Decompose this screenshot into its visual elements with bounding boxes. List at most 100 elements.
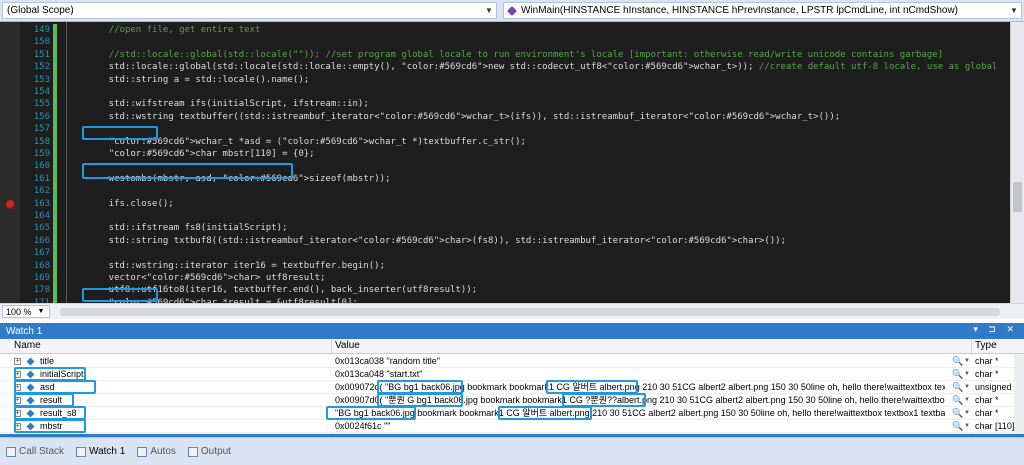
code-line[interactable]: 164 — [0, 210, 1010, 223]
code-line[interactable]: 150 — [0, 36, 1010, 50]
variable-icon — [26, 357, 35, 366]
code-text[interactable]: vector<"color:#569cd6">char> utf8result; — [87, 272, 326, 285]
watch-value[interactable]: 0x0024f61c "" — [335, 420, 945, 433]
code-line[interactable]: 163 ifs.close(); — [0, 197, 1010, 211]
code-line[interactable]: 160 — [0, 160, 1010, 174]
tab-call-stack[interactable]: Call Stack — [6, 446, 64, 457]
scrollbar-thumb[interactable] — [1013, 182, 1022, 212]
watch-value[interactable]: 0x00907d0( "뿐퀀 G bg1 back06.jpg bookmark… — [335, 394, 945, 407]
zoom-dropdown[interactable]: 100 % ▼ — [2, 305, 50, 318]
code-text[interactable]: std::wstring::iterator iter16 = textbuff… — [87, 260, 385, 273]
code-line[interactable]: 151 //std::locale::global(std::locale(""… — [0, 48, 1010, 62]
code-line[interactable]: 152 std::locale::global(std::locale(std:… — [0, 61, 1010, 75]
column-header-type[interactable]: Type — [975, 340, 997, 351]
window-buttons[interactable]: ▾ ⊐ ✕ — [973, 324, 1018, 335]
chevron-down-icon[interactable]: ▼ — [964, 394, 970, 407]
chevron-down-icon[interactable]: ▼ — [38, 308, 45, 315]
magnifier-icon[interactable]: 🔍 — [952, 407, 963, 420]
expand-icon[interactable]: + — [14, 423, 21, 430]
chevron-down-icon[interactable]: ▼ — [482, 3, 496, 18]
watch-row[interactable]: + asd 0x009072d( "BG bg1 back06.jpg bookma… — [0, 381, 1024, 394]
code-text[interactable]: std::locale::global(std::locale(std::loc… — [87, 61, 998, 74]
chevron-down-icon[interactable]: ▼ — [964, 355, 970, 368]
watch-row[interactable]: + mbstr 0x0024f61c "" 🔍 ▼ char [110] — [0, 420, 1024, 433]
watch-row[interactable]: + title 0x013ca038 "random title" 🔍 ▼ char * — [0, 355, 1024, 368]
code-line[interactable]: 162 — [0, 185, 1010, 199]
code-line[interactable]: 167 — [0, 247, 1010, 261]
chevron-down-icon[interactable]: ▼ — [1007, 3, 1021, 18]
code-editor[interactable]: 149 //open file, get entire text 150 151 /… — [0, 22, 1024, 303]
function-dropdown[interactable]: WinMain(HINSTANCE hInstance, HINSTANCE h… — [503, 2, 1022, 19]
code-text[interactable]: //open file, get entire text — [87, 24, 261, 37]
expand-icon[interactable]: + — [14, 410, 21, 417]
watch-row[interactable]: + initialScript 0x013ca048 "start.txt" 🔍 ▼ ch… — [0, 368, 1024, 381]
code-line[interactable]: 154 — [0, 86, 1010, 99]
code-text[interactable]: //std::locale::global(std::locale("")); … — [87, 49, 943, 62]
code-line[interactable]: 159 "color:#569cd6">char mbstr[110] = {0… — [0, 148, 1010, 161]
watch-value[interactable]: 0x013ca048 "start.txt" — [335, 368, 945, 381]
code-text[interactable]: std::ifstream fs8(initialScript); — [87, 222, 288, 235]
code-text[interactable]: std::wstring textbuffer((std::istreambuf… — [87, 111, 841, 124]
line-number: 159 — [33, 149, 50, 159]
code-text[interactable]: "color:#569cd6">char mbstr[110] = {0}; — [87, 148, 315, 161]
watch-value[interactable]: 0x009072d( "BG bg1 back06.jpg bookmark b… — [335, 381, 945, 394]
code-line[interactable]: 166 std::string txtbuf8((std::istreambuf… — [0, 234, 1010, 248]
expand-icon[interactable]: + — [14, 397, 21, 404]
magnifier-icon[interactable]: 🔍 — [952, 381, 963, 394]
magnifier-icon[interactable]: 🔍 — [952, 355, 963, 368]
magnifier-icon[interactable]: 🔍 — [952, 420, 963, 433]
code-text[interactable]: std::string txtbuf8((std::istreambuf_ite… — [87, 235, 786, 248]
watch-value[interactable]: "BG bg1 back06.jpg bookmark bookmark1 CG… — [335, 407, 945, 420]
expand-icon[interactable]: + — [14, 384, 21, 391]
code-line[interactable]: 149 //open file, get entire text — [0, 24, 1010, 37]
editor-vertical-scrollbar[interactable] — [1010, 22, 1024, 303]
code-text[interactable]: wcstombs(mbstr, asd, "color:#569cd6">siz… — [87, 173, 391, 186]
code-line[interactable]: 168 std::wstring::iterator iter16 = text… — [0, 259, 1010, 273]
code-line[interactable]: 158 "color:#569cd6">wchar_t *asd = ("col… — [0, 135, 1010, 149]
code-line[interactable]: 155 std::wifstream ifs(initialScript, if… — [0, 98, 1010, 112]
code-line[interactable]: 153 std::string a = std::locale().name()… — [0, 73, 1010, 87]
change-indicator — [53, 148, 57, 161]
chevron-down-icon[interactable]: ▼ — [964, 381, 970, 394]
magnifier-icon[interactable]: 🔍 — [952, 368, 963, 381]
change-indicator — [53, 110, 57, 124]
watch-name[interactable]: result — [40, 394, 62, 407]
chevron-down-icon[interactable]: ▼ — [964, 420, 970, 433]
code-text[interactable]: utf8::utf16to8(iter16, textbuffer.end(),… — [87, 284, 477, 297]
code-text[interactable]: "color:#569cd6">wchar_t *asd = ("color:#… — [87, 136, 526, 149]
scope-dropdown[interactable]: (Global Scope) ▼ — [2, 2, 497, 19]
change-indicator — [53, 172, 57, 186]
breakpoint-icon[interactable] — [6, 199, 15, 209]
expand-icon[interactable]: + — [14, 371, 21, 378]
watch-window-title-bar: Watch 1 ▾ ⊐ ✕ — [0, 323, 1024, 339]
watch-vertical-scrollbar[interactable] — [1014, 354, 1024, 434]
code-line[interactable]: 165 std::ifstream fs8(initialScript); — [0, 222, 1010, 236]
magnifier-icon[interactable]: 🔍 — [952, 394, 963, 407]
horizontal-scrollbar-thumb[interactable] — [60, 308, 1000, 316]
watch-name[interactable]: asd — [40, 381, 55, 394]
code-line[interactable]: 161 wcstombs(mbstr, asd, "color:#569cd6"… — [0, 172, 1010, 186]
code-line[interactable]: 156 std::wstring textbuffer((std::istrea… — [0, 110, 1010, 124]
chevron-down-icon[interactable]: ▼ — [964, 368, 970, 381]
tab-watch-1[interactable]: Watch 1 — [76, 446, 125, 457]
code-line[interactable]: 157 — [0, 123, 1010, 137]
watch-row[interactable]: + result 0x00907d0( "뿐퀀 G bg1 back06.jpg b… — [0, 394, 1024, 407]
code-text[interactable]: std::wifstream ifs(initialScript, ifstre… — [87, 98, 369, 111]
tab-output[interactable]: Output — [187, 446, 231, 457]
code-line[interactable]: 170 utf8::utf16to8(iter16, textbuffer.en… — [0, 284, 1010, 298]
chevron-down-icon[interactable]: ▼ — [964, 407, 970, 420]
column-header-value[interactable]: Value — [335, 340, 360, 351]
watch-value[interactable]: 0x013ca038 "random title" — [335, 355, 945, 368]
watch-name[interactable]: result_s8 — [40, 407, 77, 420]
expand-icon[interactable]: + — [14, 358, 21, 365]
watch-name[interactable]: title — [40, 355, 54, 368]
watch-name[interactable]: mbstr — [40, 420, 63, 433]
code-text[interactable]: ifs.close(); — [87, 198, 174, 211]
line-number: 151 — [33, 49, 50, 60]
tab-autos[interactable]: Autos — [137, 446, 176, 457]
code-line[interactable]: 169 vector<"color:#569cd6">char> utf8res… — [0, 272, 1010, 285]
watch-row[interactable]: + result_s8 "BG bg1 back06.jpg bookmark bo… — [0, 407, 1024, 420]
watch-name[interactable]: initialScript — [40, 368, 84, 381]
column-header-name[interactable]: Name — [14, 340, 41, 351]
code-text[interactable]: std::string a = std::locale().name(); — [87, 74, 310, 87]
